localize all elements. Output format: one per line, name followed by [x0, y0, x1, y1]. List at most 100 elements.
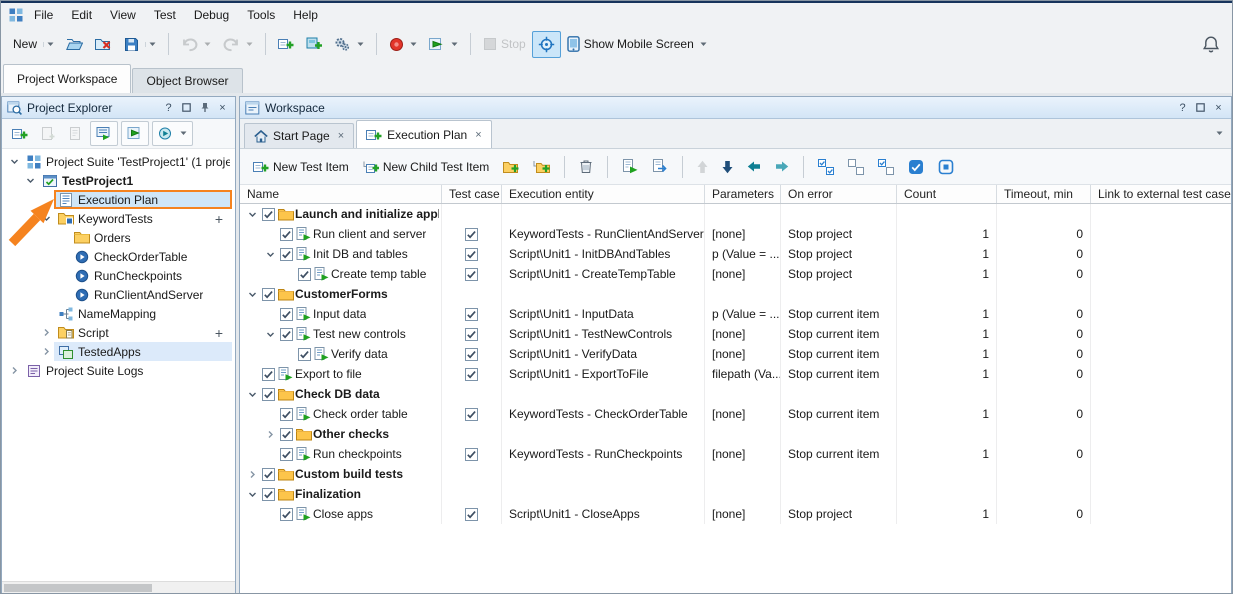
test-case-cell[interactable]	[442, 424, 502, 444]
column-header-on-error[interactable]: On error	[781, 185, 897, 203]
test-case-cell[interactable]	[442, 504, 502, 524]
test-case-cell[interactable]	[442, 304, 502, 324]
explorer-add-existing-button[interactable]	[35, 121, 61, 146]
record-dropdown-caret[interactable]	[410, 42, 417, 47]
tree-item-project-suite-logs[interactable]: Project Suite Logs	[2, 361, 235, 380]
undo-dropdown-caret[interactable]	[204, 42, 211, 47]
tree-item-checkordertable[interactable]: CheckOrderTable	[2, 247, 235, 266]
move-up-button[interactable]	[691, 155, 714, 179]
plan-group-row-custom-build-tests[interactable]: Custom build tests	[240, 464, 1231, 484]
scrollbar-thumb[interactable]	[4, 584, 152, 592]
close-tab-icon[interactable]: ×	[338, 130, 344, 142]
test-case-cell[interactable]	[442, 224, 502, 244]
plan-item-row-run-checkpoints[interactable]: Run checkpointsKeywordTests - RunCheckpo…	[240, 444, 1231, 464]
undo-button[interactable]	[175, 32, 217, 57]
row-collapse-icon[interactable]	[262, 245, 278, 263]
show-mobile-screen-button[interactable]: Show Mobile Screen	[561, 31, 713, 57]
row-enabled-checkbox[interactable]	[278, 305, 294, 323]
disable-items-button[interactable]	[932, 154, 960, 180]
plan-item-row-verify-data[interactable]: Verify dataScript\Unit1 - VerifyData[non…	[240, 344, 1231, 364]
menu-view[interactable]: View	[101, 5, 145, 25]
redo-dropdown-caret[interactable]	[246, 42, 253, 47]
tree-item-script[interactable]: Script+	[2, 323, 235, 342]
redo-button[interactable]	[217, 32, 259, 57]
test-case-cell[interactable]	[442, 344, 502, 364]
new-child-test-item-button[interactable]: New Child Test Item	[357, 154, 495, 180]
plan-item-row-create-temp-table[interactable]: Create temp tableScript\Unit1 - CreateTe…	[240, 264, 1231, 284]
tab-list-caret[interactable]	[1216, 131, 1223, 136]
tree-item-keywordtests[interactable]: KeywordTests+	[2, 209, 235, 228]
record-test-button[interactable]	[383, 32, 423, 57]
plan-item-row-init-db-and-tables[interactable]: Init DB and tablesScript\Unit1 - InitDBA…	[240, 244, 1231, 264]
row-enabled-checkbox[interactable]	[260, 205, 276, 223]
debug-run-button[interactable]	[152, 121, 193, 146]
pin-panel-button[interactable]	[197, 100, 212, 115]
row-enabled-checkbox[interactable]	[260, 485, 276, 503]
row-enabled-checkbox[interactable]	[278, 245, 294, 263]
plan-item-row-export-to-file[interactable]: Export to fileScript\Unit1 - ExportToFil…	[240, 364, 1231, 384]
menu-test[interactable]: Test	[145, 5, 185, 25]
run-project-dropdown-caret[interactable]	[180, 131, 187, 136]
save-all-button[interactable]	[118, 32, 162, 57]
menu-edit[interactable]: Edit	[62, 5, 101, 25]
test-case-cell[interactable]	[442, 204, 502, 224]
plan-group-row-other-checks[interactable]: Other checks	[240, 424, 1231, 444]
open-project-button[interactable]	[60, 32, 89, 56]
row-expand-icon[interactable]	[244, 465, 260, 483]
test-case-cell[interactable]	[442, 284, 502, 304]
organize-tests-button[interactable]	[90, 121, 118, 146]
float-panel-button[interactable]	[1193, 100, 1208, 115]
row-expand-icon[interactable]	[262, 425, 278, 443]
column-header-parameters[interactable]: Parameters	[705, 185, 781, 203]
notifications-button[interactable]	[1196, 30, 1226, 59]
plan-item-row-test-new-controls[interactable]: Test new controlsScript\Unit1 - TestNewC…	[240, 324, 1231, 344]
tree-expand-icon[interactable]	[6, 362, 22, 380]
menu-debug[interactable]: Debug	[185, 5, 238, 25]
column-header-execution-entity[interactable]: Execution entity	[502, 185, 705, 203]
tab-project-workspace[interactable]: Project Workspace	[3, 64, 131, 93]
test-case-cell[interactable]	[442, 404, 502, 424]
plan-item-row-input-data[interactable]: Input dataScript\Unit1 - InputDatap (Val…	[240, 304, 1231, 324]
tab-start-page[interactable]: Start Page ×	[244, 123, 354, 148]
plan-item-row-run-client-and-server[interactable]: Run client and serverKeywordTests - RunC…	[240, 224, 1231, 244]
row-enabled-checkbox[interactable]	[260, 465, 276, 483]
float-panel-button[interactable]	[179, 100, 194, 115]
help-button[interactable]: ?	[1175, 100, 1190, 115]
tree-item-execution-plan[interactable]: Execution Plan	[2, 190, 235, 209]
row-collapse-icon[interactable]	[262, 325, 278, 343]
new-child-group-button[interactable]	[527, 155, 556, 179]
add-new-module-button[interactable]	[300, 31, 328, 57]
row-enabled-checkbox[interactable]	[278, 325, 294, 343]
menu-tools[interactable]: Tools	[238, 5, 284, 25]
tree-collapse-icon[interactable]	[22, 172, 38, 190]
explorer-horizontal-scrollbar[interactable]	[2, 581, 235, 594]
add-item-plus-button[interactable]: +	[215, 326, 223, 340]
plan-item-row-close-apps[interactable]: Close appsScript\Unit1 - CloseApps[none]…	[240, 504, 1231, 524]
row-collapse-icon[interactable]	[244, 485, 260, 503]
row-enabled-checkbox[interactable]	[278, 425, 294, 443]
delete-item-button[interactable]	[573, 154, 599, 179]
row-enabled-checkbox[interactable]	[278, 505, 294, 523]
new-button[interactable]: New	[7, 32, 60, 56]
uncheck-all-button[interactable]	[842, 154, 870, 180]
run-selected-button[interactable]	[616, 154, 644, 179]
row-enabled-checkbox[interactable]	[296, 345, 312, 363]
close-panel-button[interactable]: ×	[1211, 100, 1226, 115]
add-item-plus-button[interactable]: +	[215, 212, 223, 226]
row-enabled-checkbox[interactable]	[278, 225, 294, 243]
test-case-cell[interactable]	[442, 444, 502, 464]
tree-item-runcheckpoints[interactable]: RunCheckpoints	[2, 266, 235, 285]
tab-execution-plan[interactable]: Execution Plan ×	[356, 120, 492, 148]
plan-group-row-launch-and-initialize-application[interactable]: Launch and initialize application	[240, 204, 1231, 224]
move-left-button[interactable]	[741, 156, 767, 177]
test-case-cell[interactable]	[442, 364, 502, 384]
move-down-button[interactable]	[716, 155, 739, 179]
close-project-button[interactable]	[89, 32, 118, 56]
row-enabled-checkbox[interactable]	[278, 445, 294, 463]
enable-items-button[interactable]	[902, 154, 930, 180]
column-header-link-to-external-test-case[interactable]: Link to external test case	[1091, 185, 1231, 203]
new-test-item-button[interactable]: New Test Item	[247, 154, 355, 180]
help-button[interactable]: ?	[161, 100, 176, 115]
new-group-button[interactable]	[497, 155, 525, 179]
column-header-count[interactable]: Count	[897, 185, 997, 203]
